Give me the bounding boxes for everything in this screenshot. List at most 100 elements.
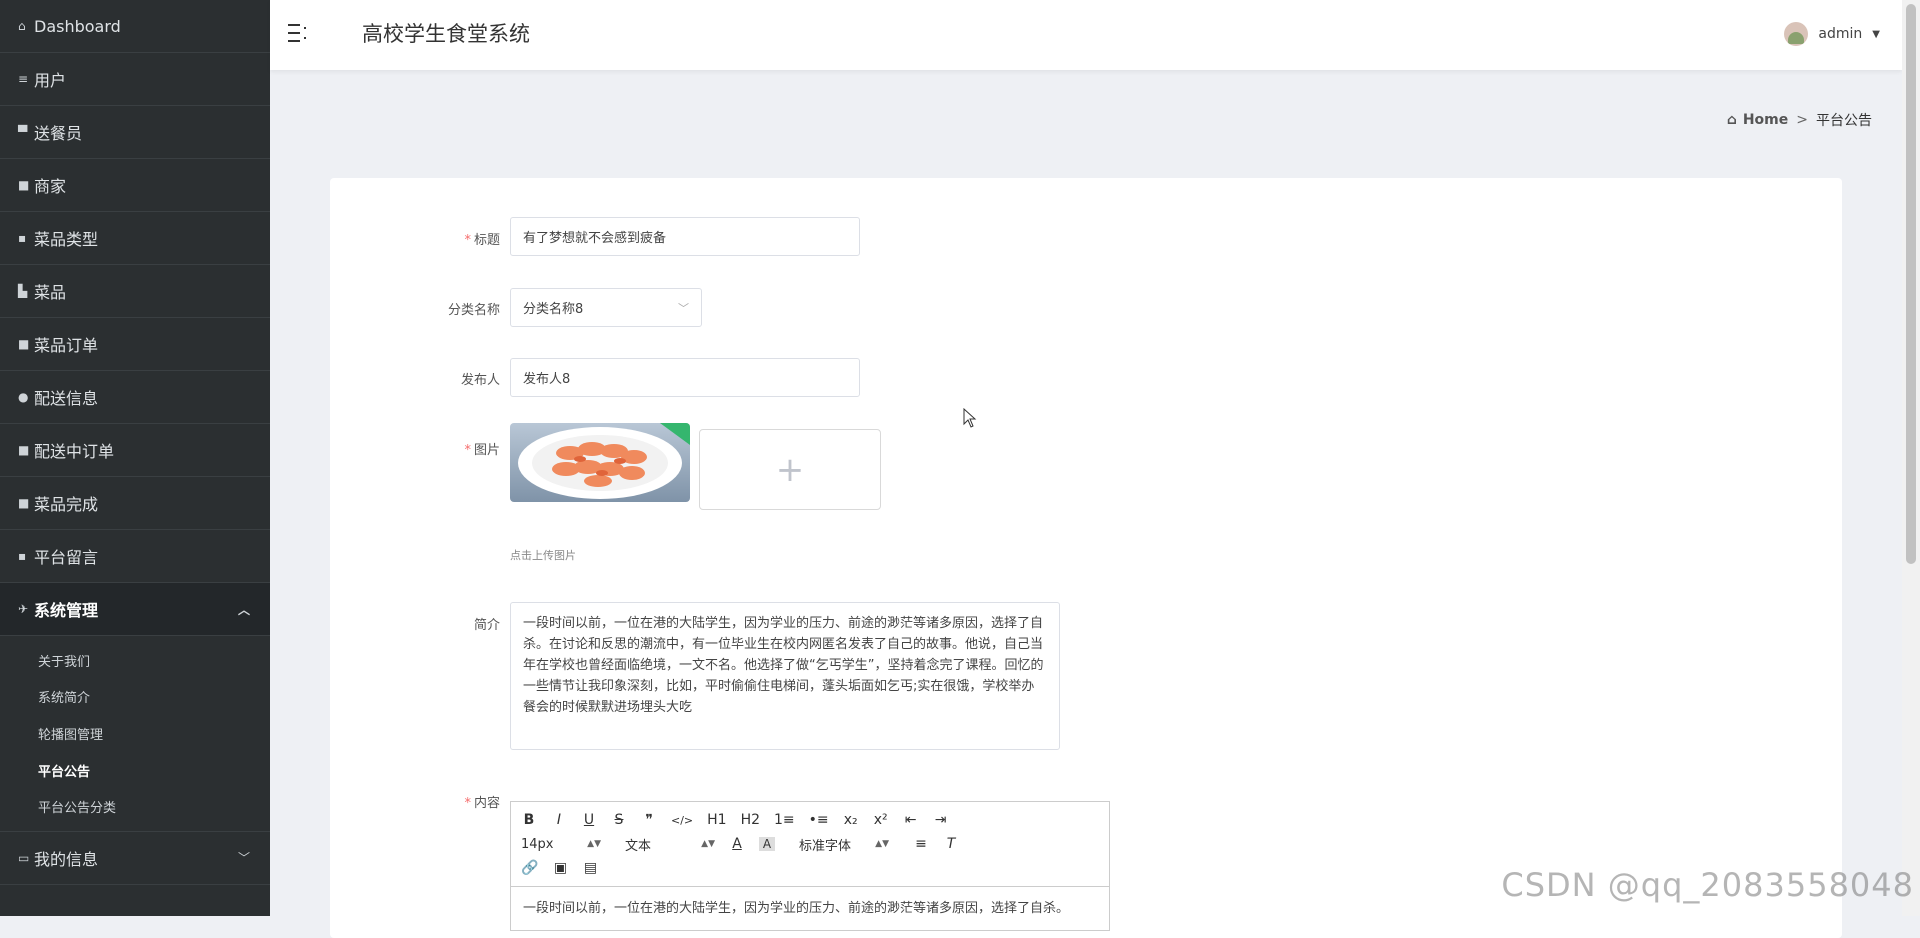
subscript-button[interactable]: x₂ xyxy=(843,812,859,828)
toolbar-row-selects: 14px ▲▼ 文本 ▲▼ A A 标准字体 ▲▼ ≡ T xyxy=(521,832,1099,856)
content-label: * 内容 xyxy=(464,796,500,811)
blockquote-button[interactable]: ❞ xyxy=(641,812,657,828)
select-arrows-icon: ▲▼ xyxy=(875,839,889,849)
intro-label: 简介 xyxy=(473,618,500,633)
bullet-list-button[interactable]: •≡ xyxy=(809,812,829,828)
indent-button[interactable]: ⇥ xyxy=(933,812,949,828)
form-card: * 标题 有了梦想就不会感到疲备 分类名称 分类名称8 ﹀ 发布人 发布人8 * 图… xyxy=(330,178,1842,938)
sidebar-item-system-management[interactable]: ✈ 系统管理 ︿ xyxy=(0,583,270,636)
editor-toolbar: B I U S ❞ </> H1 H2 1≡ •≡ x₂ x² ⇤ ⇥ 14px… xyxy=(511,802,1109,887)
sidebar-item-my-info[interactable]: ▭ 我的信息 ﹀ xyxy=(0,830,270,885)
submenu-item-about-us[interactable]: 关于我们 xyxy=(0,642,270,679)
toolbar-row-media: 🔗 ▣ ▤ xyxy=(521,856,1099,880)
strikethrough-button[interactable]: S xyxy=(611,812,627,828)
sidebar-item-platform-messages[interactable]: ▪ 平台留言 xyxy=(0,530,270,583)
sidebar-item-label: 商家 xyxy=(34,177,67,196)
breadcrumb-current: 平台公告 xyxy=(1816,113,1872,129)
vertical-scrollbar[interactable] xyxy=(1902,0,1920,916)
align-icon[interactable]: ≡ xyxy=(913,836,929,852)
app-title: 高校学生食堂系统 xyxy=(362,22,530,46)
scrollbar-thumb[interactable] xyxy=(1906,4,1916,564)
sidebar-item-label: Dashboard xyxy=(34,16,121,36)
bar-chart-icon: ▙ xyxy=(18,284,28,298)
sidebar-item-label: 菜品完成 xyxy=(34,495,99,514)
category-select[interactable]: 分类名称8 ﹀ xyxy=(510,288,702,327)
sidebar-item-dish-orders[interactable]: ■ 菜品订单 xyxy=(0,318,270,371)
publisher-label: 发布人 xyxy=(460,373,500,388)
sidebar-item-label: 菜品订单 xyxy=(34,336,99,355)
bold-button[interactable]: B xyxy=(521,812,537,828)
home-icon: ⌂ xyxy=(18,19,26,33)
breadcrumb-separator: > xyxy=(1796,112,1808,128)
sidebar-item-merchants[interactable]: ■ 商家 xyxy=(0,159,270,212)
select-arrows-icon: ▲▼ xyxy=(587,839,601,849)
breadcrumb-home[interactable]: ⌂ Home xyxy=(1727,112,1788,128)
underline-button[interactable]: U xyxy=(581,812,597,828)
sidebar: ⌂ Dashboard ≡ 用户 ▀ 送餐员 ■ 商家 ▪ 菜品类型 ▙ 菜品 ■ 菜品订单 … xyxy=(0,0,270,916)
background-color-icon[interactable]: A xyxy=(759,837,775,851)
sidebar-item-dish-completed[interactable]: ■ 菜品完成 xyxy=(0,477,270,530)
ordered-list-button[interactable]: 1≡ xyxy=(774,812,795,828)
select-arrows-icon: ▲▼ xyxy=(701,839,715,849)
sidebar-item-label: 配送中订单 xyxy=(34,442,115,461)
grid-icon: ■ xyxy=(18,178,30,192)
upload-image-button[interactable]: + xyxy=(699,429,881,510)
video-icon[interactable]: ▤ xyxy=(582,860,598,876)
chevron-down-icon: ﹀ xyxy=(237,851,250,866)
watermark: CSDN @qq_2083558048 xyxy=(1501,866,1914,904)
link-icon[interactable]: 🔗 xyxy=(521,860,538,876)
menu-toggle-icon[interactable] xyxy=(286,20,312,46)
chevron-down-icon: ▼ xyxy=(1872,28,1880,40)
monitor-icon: ▀ xyxy=(18,125,28,139)
submenu-item-system-intro[interactable]: 系统简介 xyxy=(0,679,270,716)
sidebar-item-dish-types[interactable]: ▪ 菜品类型 xyxy=(0,212,270,265)
submenu-item-carousel[interactable]: 轮播图管理 xyxy=(0,715,270,752)
heading1-button[interactable]: H1 xyxy=(707,812,726,828)
editor-content[interactable]: 一段时间以前，一位在港的大陆学生，因为学业的压力、前途的渺茫等诸多原因，选择了自… xyxy=(511,887,1109,926)
outdent-button[interactable]: ⇤ xyxy=(903,812,919,828)
clipboard-icon: ▪ xyxy=(18,231,27,245)
font-size-select[interactable]: 14px ▲▼ xyxy=(521,837,601,852)
header-select-value: 文本 xyxy=(625,838,652,854)
intro-textarea[interactable]: 一段时间以前，一位在港的大陆学生，因为学业的压力、前途的渺茫等诸多原因，选择了自… xyxy=(510,602,1060,750)
clear-format-icon[interactable]: T xyxy=(943,836,959,852)
sidebar-item-label: 系统管理 xyxy=(34,601,99,620)
upload-hint: 点击上传图片 xyxy=(510,549,576,562)
avatar xyxy=(1784,22,1809,46)
send-icon: ✈ xyxy=(18,602,29,616)
uploaded-image-thumbnail[interactable] xyxy=(510,423,690,502)
publisher-input[interactable]: 发布人8 xyxy=(510,358,860,397)
sidebar-item-dishes[interactable]: ▙ 菜品 xyxy=(0,265,270,318)
list-icon: ≡ xyxy=(18,72,29,86)
rich-text-editor: B I U S ❞ </> H1 H2 1≡ •≡ x₂ x² ⇤ ⇥ 14px… xyxy=(510,801,1110,931)
sidebar-item-couriers[interactable]: ▀ 送餐员 xyxy=(0,106,270,159)
grid-icon: ■ xyxy=(18,443,30,457)
home-icon: ⌂ xyxy=(1726,112,1737,128)
required-mark: * xyxy=(464,233,471,248)
submenu-item-notice-category[interactable]: 平台公告分类 xyxy=(0,788,270,825)
submenu-item-platform-notice[interactable]: 平台公告 xyxy=(0,752,270,789)
mouse-cursor-icon xyxy=(963,407,977,428)
required-mark: * xyxy=(464,443,471,458)
image-label: * 图片 xyxy=(464,443,500,458)
user-menu[interactable]: admin ▼ xyxy=(1784,22,1880,46)
font-color-icon[interactable]: A xyxy=(729,836,745,852)
heading2-button[interactable]: H2 xyxy=(741,812,760,828)
sidebar-item-label: 用户 xyxy=(34,71,67,90)
sidebar-item-dashboard[interactable]: ⌂ Dashboard xyxy=(0,0,270,53)
title-input[interactable]: 有了梦想就不会感到疲备 xyxy=(510,217,860,256)
superscript-button[interactable]: x² xyxy=(873,812,889,828)
category-value: 分类名称8 xyxy=(523,302,584,317)
grid-icon: ■ xyxy=(18,337,30,351)
required-mark: * xyxy=(464,796,471,811)
header-select[interactable]: 文本 ▲▼ xyxy=(625,835,715,854)
code-block-button[interactable]: </> xyxy=(671,814,693,827)
sidebar-item-delivery-info[interactable]: ● 配送信息 xyxy=(0,371,270,424)
map-pin-icon: ● xyxy=(18,390,29,404)
italic-button[interactable]: I xyxy=(551,812,567,828)
chevron-up-icon: ︿ xyxy=(237,602,250,617)
sidebar-item-delivering-orders[interactable]: ■ 配送中订单 xyxy=(0,424,270,477)
font-family-select[interactable]: 标准字体 ▲▼ xyxy=(799,835,889,854)
sidebar-item-users[interactable]: ≡ 用户 xyxy=(0,53,270,106)
image-icon[interactable]: ▣ xyxy=(552,860,568,876)
